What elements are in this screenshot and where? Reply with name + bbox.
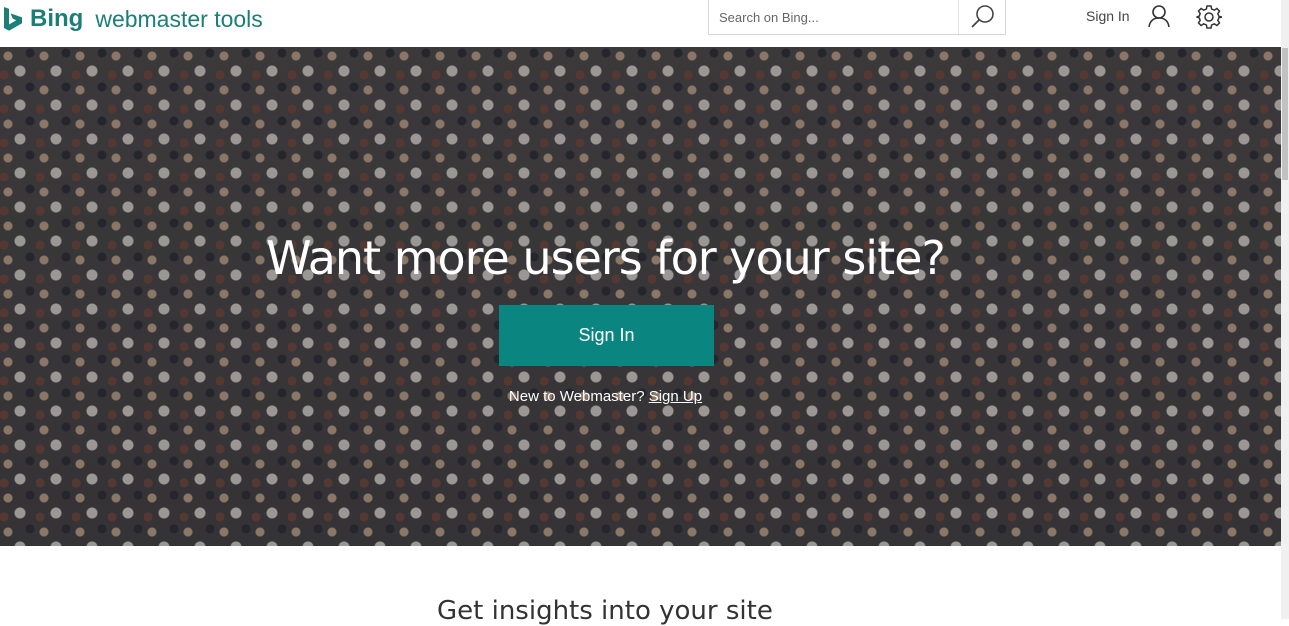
user-icon[interactable] <box>1146 3 1172 29</box>
signup-prompt: New to Webmaster? Sign Up <box>0 388 1211 405</box>
scrollbar-thumb[interactable] <box>1282 48 1288 180</box>
signup-link[interactable]: Sign Up <box>649 388 702 405</box>
new-user-text: New to Webmaster? <box>508 388 645 405</box>
gear-icon[interactable] <box>1196 4 1222 30</box>
insights-heading: Get insights into your site <box>437 596 773 626</box>
search-icon <box>971 5 994 28</box>
search-box <box>708 0 1006 35</box>
top-header: Bing webmaster tools Sign In <box>0 0 1281 47</box>
bing-b-icon <box>4 7 22 31</box>
hero-banner: Want more users for your site? Sign In N… <box>0 47 1281 546</box>
search-input[interactable] <box>709 0 955 34</box>
hero-crowd-image <box>0 47 1281 546</box>
hero-title: Want more users for your site? <box>266 231 946 285</box>
bing-logo[interactable]: Bing webmaster tools <box>2 5 263 33</box>
brand-name: Bing <box>30 5 84 32</box>
header-signin-link[interactable]: Sign In <box>1086 8 1130 24</box>
hero-signin-button[interactable]: Sign In <box>499 305 714 366</box>
product-name: webmaster tools <box>95 5 263 32</box>
search-button[interactable] <box>958 0 1007 34</box>
